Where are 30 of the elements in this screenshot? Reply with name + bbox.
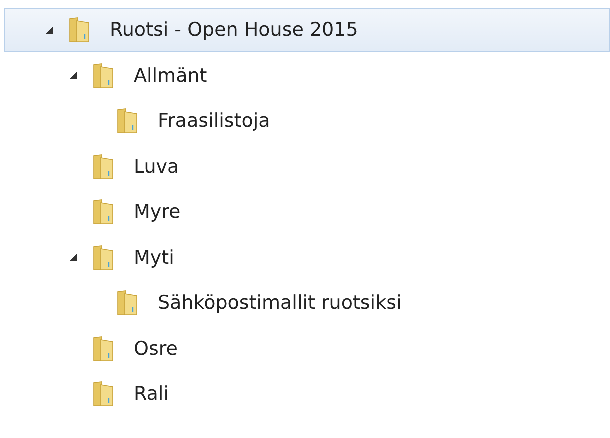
folder-label: Fraasilistoja: [158, 110, 270, 132]
tree-item[interactable]: Myti: [4, 236, 610, 280]
folder-label: Rali: [134, 383, 169, 405]
tree-item[interactable]: Rali: [4, 372, 610, 416]
folder-icon: [93, 62, 115, 88]
folder-icon: [117, 108, 139, 134]
tree-item[interactable]: Luva: [4, 144, 610, 188]
folder-label: Myre: [134, 201, 181, 223]
folder-label: Sähköpostimallit ruotsiksi: [158, 292, 402, 314]
expand-triangle-icon[interactable]: [69, 253, 78, 262]
folder-icon: [93, 381, 115, 407]
folder-label: Myti: [134, 246, 174, 268]
tree-item[interactable]: Sähköpostimallit ruotsiksi: [4, 281, 610, 325]
tree-item[interactable]: Allmänt: [4, 54, 610, 98]
folder-icon: [93, 154, 115, 180]
tree-item[interactable]: Myre: [4, 190, 610, 234]
tree-item[interactable]: Osre: [4, 326, 610, 370]
folder-icon: [69, 17, 91, 43]
folder-icon: [117, 290, 139, 316]
folder-label: Luva: [134, 156, 180, 178]
tree-item[interactable]: Fraasilistoja: [4, 99, 610, 143]
expand-triangle-icon[interactable]: [69, 71, 78, 80]
folder-icon: [93, 244, 115, 270]
folder-icon: [93, 199, 115, 225]
folder-label: Allmänt: [134, 64, 208, 86]
folder-icon: [93, 336, 115, 362]
tree-item[interactable]: Ruotsi - Open House 2015: [4, 8, 610, 52]
folder-label: Ruotsi - Open House 2015: [110, 19, 358, 41]
expand-triangle-icon[interactable]: [45, 26, 54, 34]
folder-label: Osre: [134, 338, 178, 360]
